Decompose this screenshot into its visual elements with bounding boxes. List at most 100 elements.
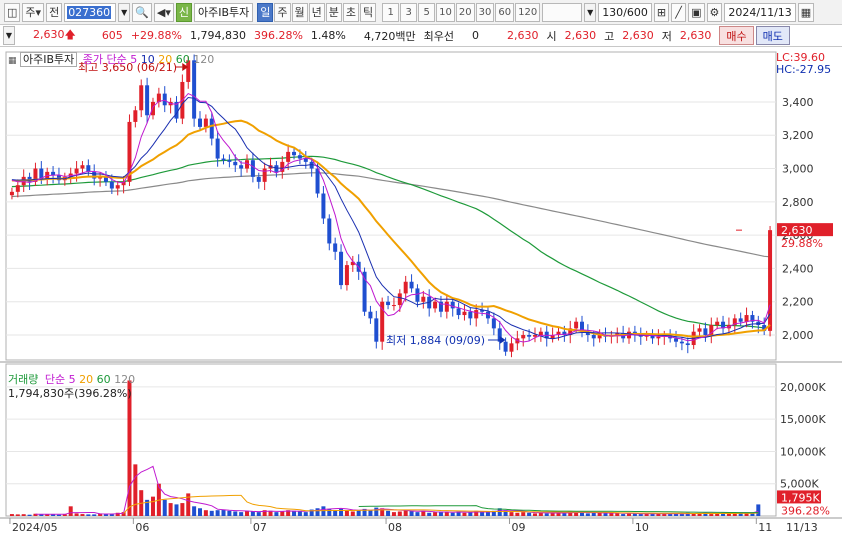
candle-body: [521, 335, 526, 339]
period-tabs: 일주월년분초틱: [257, 2, 377, 22]
volume-bar: [27, 514, 32, 516]
interval-tab-5[interactable]: 5: [418, 2, 436, 22]
candle-body: [374, 318, 379, 342]
candle-body: [738, 318, 743, 322]
candle-body: [15, 185, 20, 192]
candle-body: [221, 158, 226, 161]
price-tick: 2,200: [782, 296, 814, 309]
chart-window: ◫ 주 ▾ 전 027360 ▼ 🔍 ◀▾ 신 아주IB투자 일주월년분초틱 13…: [0, 0, 842, 540]
candle-body: [468, 311, 473, 319]
volume-bar: [615, 513, 620, 516]
info-dropdown[interactable]: ▼: [3, 26, 15, 45]
interval-tab-3[interactable]: 3: [400, 2, 418, 22]
code-dropdown-button[interactable]: ▼: [118, 2, 131, 22]
buy-button[interactable]: 매수: [719, 26, 754, 45]
period-tab-3[interactable]: 년: [308, 2, 325, 22]
volume-bar: [198, 508, 202, 516]
interval-tab-60[interactable]: 60: [495, 2, 515, 22]
candle-body: [333, 243, 338, 252]
interval-tab-120[interactable]: 120: [515, 2, 541, 22]
volume-bar: [203, 510, 208, 516]
chart-area[interactable]: 3,4003,2003,0002,8002,6002,4002,2002,000…: [0, 48, 842, 540]
candle-body: [409, 281, 414, 289]
volume-bar: [239, 512, 244, 516]
candle-body: [321, 193, 326, 219]
gear-icon[interactable]: ⚙: [706, 2, 723, 22]
up-arrow-icon: 🡅: [64, 28, 76, 41]
volume-tick: 15,000K: [780, 413, 826, 426]
period-tab-6[interactable]: 틱: [360, 2, 377, 22]
price-volume-chart[interactable]: 3,4003,2003,0002,8002,6002,4002,2002,000…: [0, 48, 842, 540]
candle-body: [133, 110, 138, 122]
low-value: 2,630: [679, 29, 712, 42]
ma60-label: 60: [175, 53, 190, 66]
x-tick-label: 2024/05: [12, 521, 58, 534]
interval-tabs: 1 3 5 10 20 30 60 120: [382, 2, 541, 22]
interval-tab-1[interactable]: 1: [382, 2, 400, 22]
interval-tab-30[interactable]: 30: [475, 2, 495, 22]
period-tab-4[interactable]: 분: [325, 2, 342, 22]
candle-body: [491, 318, 496, 329]
interval-dropdown[interactable]: ▼: [584, 2, 597, 22]
stock-code-input[interactable]: 027360: [64, 2, 117, 22]
market-select[interactable]: 주 ▾: [22, 2, 45, 22]
draw-tool-icon[interactable]: ╱: [671, 2, 687, 22]
candle-body: [703, 328, 708, 336]
volume-bar: [415, 512, 420, 516]
period-tab-0[interactable]: 일: [257, 2, 274, 22]
candle-body: [145, 85, 150, 116]
stock-code-text: 027360: [67, 5, 112, 19]
count-field[interactable]: 130/600: [598, 2, 652, 22]
volume-bar: [485, 512, 490, 516]
sell-button[interactable]: 매도: [755, 26, 790, 45]
volume-bar: [233, 511, 238, 516]
stock-name-field: 아주IB투자: [194, 2, 254, 22]
type-select[interactable]: 전: [46, 2, 63, 22]
volume-bar: [709, 514, 714, 516]
volume-bar: [168, 503, 173, 516]
period-tab-5[interactable]: 초: [342, 2, 360, 22]
candle-body: [233, 161, 238, 166]
price-value: 2,630🡅: [29, 26, 80, 45]
hc-label: HC:-27.95: [776, 63, 831, 76]
candle-body: [532, 335, 537, 337]
panel-title[interactable]: 아주IB투자: [20, 52, 78, 67]
volume-bar: [280, 511, 285, 516]
candle-body: [450, 301, 455, 309]
volume-bar: [433, 512, 438, 516]
candle-body: [227, 160, 232, 162]
volume-bar: [668, 514, 673, 516]
volume-bar: [515, 512, 520, 516]
change-value: 605: [101, 29, 123, 42]
candle-body: [397, 293, 402, 306]
candle-body: [403, 281, 408, 294]
x-tick-label: 07: [253, 521, 267, 534]
volume-bar: [756, 504, 761, 516]
period-tab-1[interactable]: 주: [274, 2, 291, 22]
speaker-icon[interactable]: ◀▾: [153, 2, 174, 22]
ma10-label: 10: [140, 53, 155, 66]
volume-bar: [74, 513, 79, 516]
volume-bar: [150, 496, 155, 516]
volume-bar: [21, 514, 26, 516]
save-icon[interactable]: ▣: [688, 2, 705, 22]
interval-tab-20[interactable]: 20: [455, 2, 475, 22]
window-icon[interactable]: ◫: [4, 2, 21, 22]
search-icon[interactable]: 🔍: [132, 2, 152, 22]
current-price: 2,630: [506, 29, 539, 42]
candle-body: [462, 311, 467, 316]
candle-body: [362, 271, 367, 312]
calendar-icon[interactable]: ▦: [797, 2, 815, 22]
candle-type-icon[interactable]: ⊞: [653, 2, 670, 22]
volume-bar: [9, 514, 14, 516]
volume-bar: [315, 508, 320, 516]
period-tab-2[interactable]: 월: [291, 2, 308, 22]
volume-bar: [679, 514, 684, 516]
date-field[interactable]: 2024/11/13: [724, 2, 796, 22]
volume-bar: [585, 513, 590, 516]
candle-body: [203, 118, 208, 127]
volume-bar: [391, 512, 396, 516]
low-label: 저: [661, 29, 672, 43]
interval-tab-10[interactable]: 10: [436, 2, 455, 22]
interval-input[interactable]: [542, 2, 583, 22]
